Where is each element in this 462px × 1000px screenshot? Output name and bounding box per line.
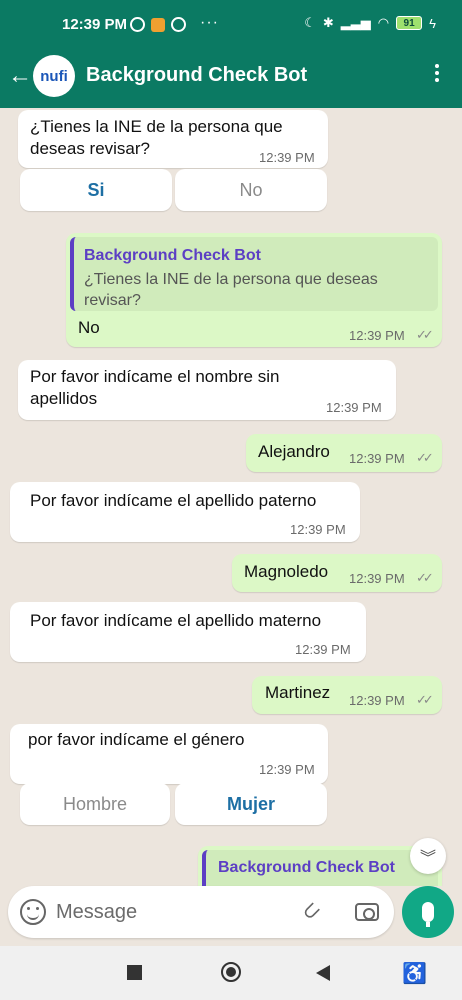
- charging-icon: ϟ: [429, 15, 436, 31]
- message-list[interactable]: ¿Tienes la INE de la persona que deseas …: [0, 108, 462, 886]
- chat-title[interactable]: Background Check Bot: [86, 64, 307, 87]
- quick-reply-si-button[interactable]: Si: [20, 169, 172, 211]
- read-ticks-icon: ✓✓: [416, 327, 434, 342]
- message-time: 12:39 PM: [259, 762, 315, 777]
- message-text: Magnoledo: [244, 562, 329, 581]
- microphone-icon: [422, 902, 434, 927]
- incoming-message[interactable]: Por favor indícame el apellido materno 1…: [10, 602, 366, 662]
- read-ticks-icon: ✓✓: [416, 692, 434, 707]
- do-not-disturb-icon: ☾: [304, 15, 316, 30]
- quick-reply-hombre-button[interactable]: Hombre: [20, 783, 170, 825]
- scroll-to-bottom-button[interactable]: ︾: [410, 838, 446, 874]
- message-time: 12:39 PM: [349, 693, 405, 708]
- quick-reply-no-button[interactable]: No: [175, 169, 327, 211]
- outgoing-message[interactable]: Magnoledo 12:39 PM ✓✓: [232, 554, 442, 592]
- message-time: 12:39 PM: [290, 522, 346, 537]
- message-text: Martinez: [265, 683, 331, 702]
- quoted-message[interactable]: Background Check Bot ¿Tienes la INE de l…: [70, 237, 438, 311]
- outgoing-message[interactable]: Background Check Bot ¿Tienes la INE de l…: [66, 233, 442, 347]
- message-time: 12:39 PM: [349, 451, 405, 466]
- camera-icon[interactable]: [355, 903, 379, 921]
- system-nav-bar: ♿: [0, 946, 462, 1000]
- avatar[interactable]: nufi: [33, 55, 75, 97]
- quoted-message[interactable]: Background Check Bot: [202, 850, 438, 886]
- read-ticks-icon: ✓✓: [416, 450, 434, 465]
- message-text: por favor indícame el género: [28, 730, 245, 749]
- bluetooth-icon: ✱: [322, 15, 334, 30]
- status-time: 12:39 PM: [62, 16, 128, 33]
- message-time: 12:39 PM: [295, 642, 351, 657]
- more-notifications-icon: ···: [200, 14, 219, 31]
- recents-icon[interactable]: [127, 965, 142, 980]
- incoming-message[interactable]: ¿Tienes la INE de la persona que deseas …: [18, 110, 328, 168]
- accessibility-icon[interactable]: ♿: [402, 961, 427, 986]
- quoted-sender: Background Check Bot: [84, 247, 261, 264]
- message-input[interactable]: [56, 896, 286, 928]
- app-notification-icon: [151, 17, 165, 32]
- emoji-icon[interactable]: [20, 899, 46, 925]
- battery-icon: 91: [396, 16, 423, 30]
- message-text: Alejandro: [258, 442, 330, 461]
- message-time: 12:39 PM: [349, 328, 405, 343]
- incoming-message[interactable]: Por favor indícame el nombre sin apellid…: [18, 360, 396, 420]
- message-text: Por favor indícame el apellido paterno: [30, 491, 317, 510]
- sync-icon: [171, 17, 186, 32]
- quoted-sender: Background Check Bot: [218, 859, 395, 876]
- attach-icon[interactable]: ⊂: [296, 895, 327, 926]
- message-time: 12:39 PM: [349, 571, 405, 586]
- voice-message-button[interactable]: [402, 886, 454, 938]
- message-time: 12:39 PM: [326, 400, 382, 415]
- wifi-icon: ◠: [377, 15, 390, 30]
- outgoing-message[interactable]: Alejandro 12:39 PM ✓✓: [246, 434, 442, 472]
- message-text: Por favor indícame el nombre sin apellid…: [30, 367, 280, 408]
- spotify-icon: [130, 17, 145, 32]
- double-chevron-down-icon: ︾: [419, 850, 436, 867]
- back-arrow-icon[interactable]: ←: [8, 62, 32, 90]
- outgoing-message[interactable]: Martinez 12:39 PM ✓✓: [252, 676, 442, 714]
- read-ticks-icon: ✓✓: [416, 570, 434, 585]
- outgoing-message[interactable]: Background Check Bot: [198, 846, 442, 886]
- overflow-menu-icon[interactable]: [434, 64, 440, 82]
- quoted-text: ¿Tienes la INE de la persona que deseas …: [84, 271, 378, 309]
- signal-icon: ▂▃▅: [340, 15, 371, 30]
- notification-icons: [130, 17, 186, 32]
- message-text: Por favor indícame el apellido materno: [30, 611, 322, 630]
- message-text: No: [78, 318, 100, 337]
- message-time: 12:39 PM: [259, 150, 315, 165]
- quick-reply-mujer-button[interactable]: Mujer: [175, 783, 327, 825]
- incoming-message[interactable]: Por favor indícame el apellido paterno 1…: [10, 482, 360, 542]
- message-composer: ⊂: [8, 886, 394, 938]
- incoming-message[interactable]: por favor indícame el género 12:39 PM: [10, 724, 328, 784]
- chat-header: ← nufi Background Check Bot: [0, 50, 462, 108]
- home-icon[interactable]: [221, 962, 241, 982]
- system-icons: ☾ ✱ ▂▃▅ ◠ 91 ϟ: [304, 15, 436, 31]
- status-bar: 12:39 PM ··· ☾ ✱ ▂▃▅ ◠ 91 ϟ: [0, 0, 462, 50]
- back-icon[interactable]: [316, 965, 330, 981]
